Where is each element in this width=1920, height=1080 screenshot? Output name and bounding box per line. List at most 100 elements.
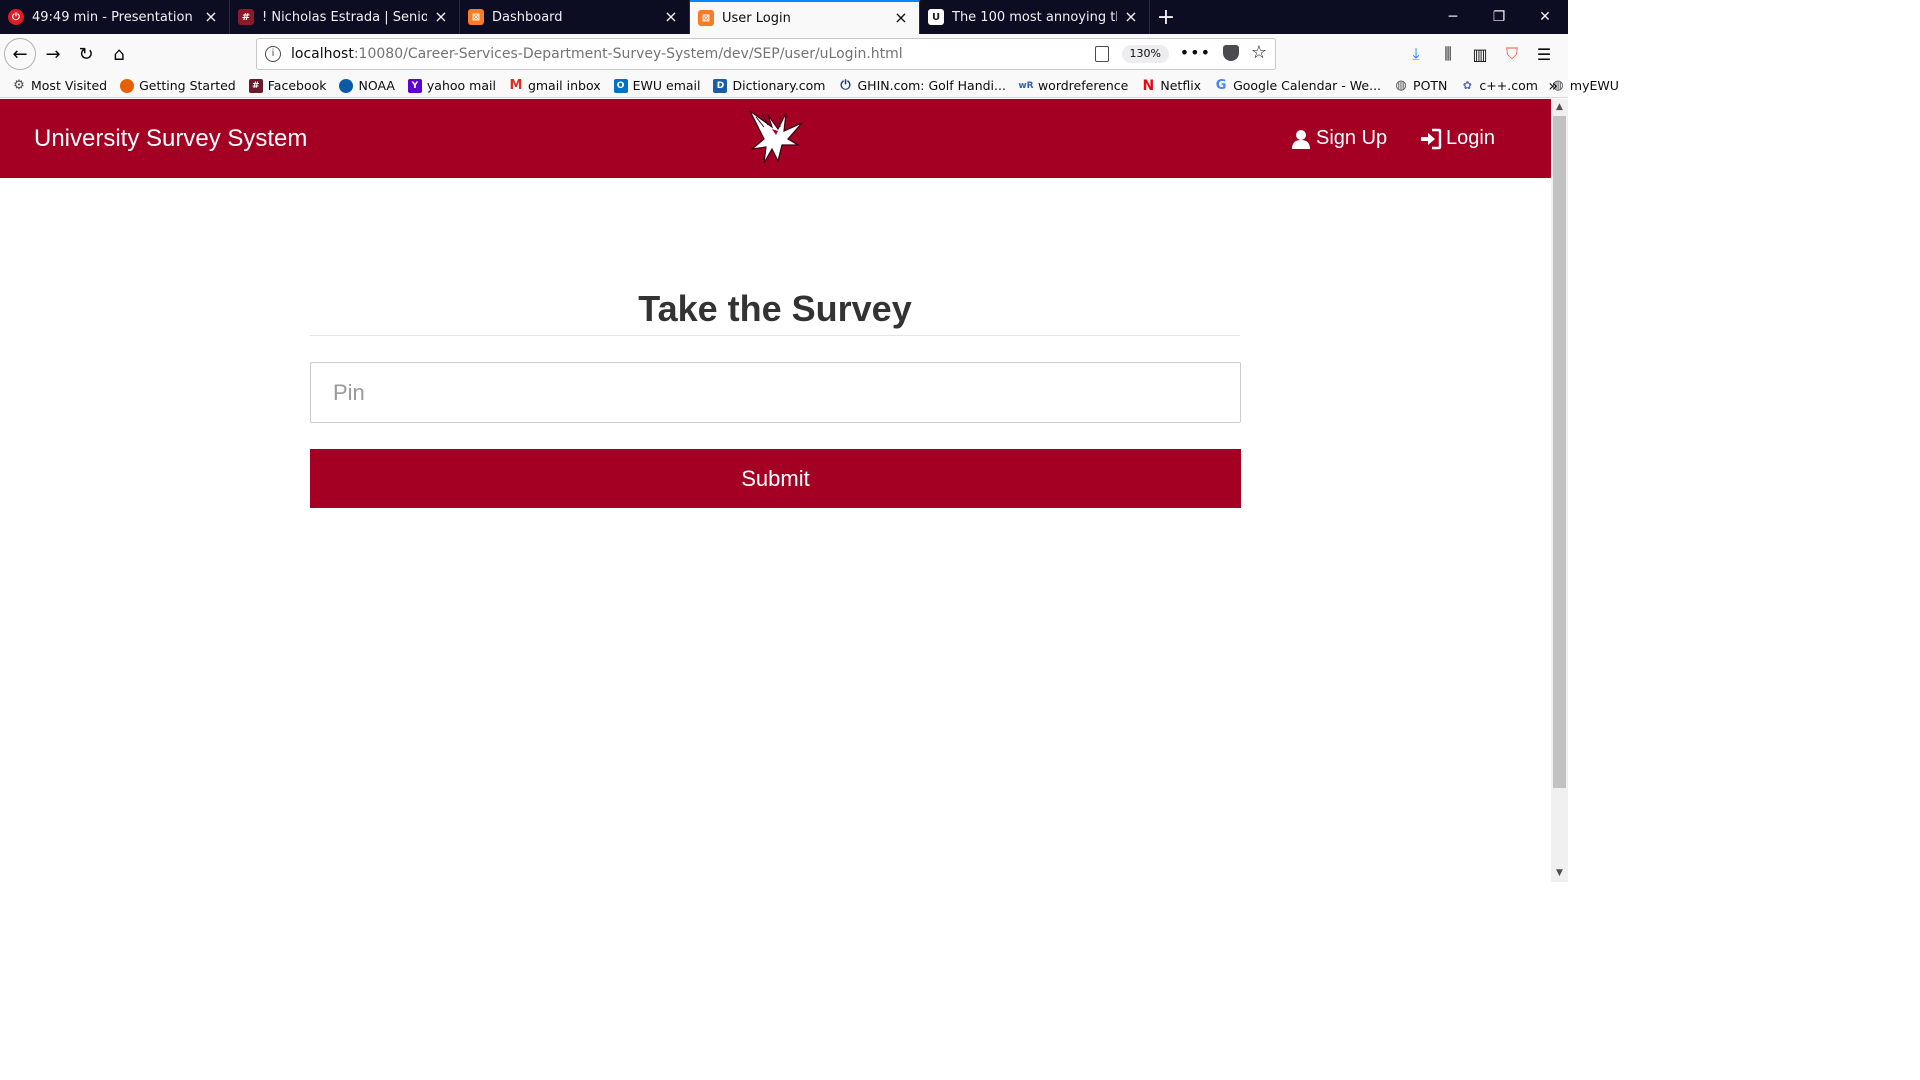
close-tab-icon[interactable]: × bbox=[1123, 9, 1139, 25]
bookmark-item[interactable]: Getting Started bbox=[120, 78, 236, 93]
browser-tab[interactable]: U The 100 most annoying things: × bbox=[920, 0, 1150, 34]
noaa-icon bbox=[339, 78, 354, 93]
scroll-down-icon[interactable]: ▼ bbox=[1551, 865, 1568, 882]
pocket-icon[interactable] bbox=[1223, 45, 1239, 61]
close-tab-icon[interactable]: × bbox=[433, 9, 449, 25]
submit-button[interactable]: Submit bbox=[310, 449, 1241, 508]
tab-title: The 100 most annoying things: bbox=[952, 9, 1117, 25]
bookmark-label: myEWU bbox=[1569, 78, 1619, 93]
power-icon: ⏻ bbox=[840, 78, 851, 93]
eagle-logo bbox=[749, 110, 803, 164]
outlook-icon: O bbox=[613, 78, 628, 93]
bookmark-star-icon[interactable]: ☆ bbox=[1251, 42, 1267, 63]
wordreference-icon: wR bbox=[1018, 80, 1034, 91]
scroll-thumb[interactable] bbox=[1553, 116, 1566, 788]
url-path: :10080/Career-Services-Department-Survey… bbox=[353, 46, 903, 62]
bookmark-label: POTN bbox=[1413, 78, 1448, 93]
bookmark-label: wordreference bbox=[1037, 78, 1129, 93]
reload-icon[interactable]: ↻ bbox=[70, 38, 102, 70]
bookmark-label: EWU email bbox=[632, 78, 701, 93]
tab-title: ! Nicholas Estrada | Senior Proj bbox=[262, 9, 427, 25]
back-arrow-icon[interactable]: ← bbox=[4, 38, 36, 70]
gear-icon: ⚙ bbox=[13, 78, 25, 93]
window-controls: ─ ❐ ✕ bbox=[1430, 0, 1568, 34]
bookmark-item[interactable]: ◍ POTN bbox=[1394, 78, 1447, 93]
scroll-up-icon[interactable]: ▲ bbox=[1551, 99, 1568, 116]
minimize-icon[interactable]: ─ bbox=[1430, 0, 1476, 34]
login-icon bbox=[1421, 128, 1442, 149]
new-tab-button[interactable]: + bbox=[1150, 0, 1182, 34]
toolbar-right: ⤓ ⫼ ▥ ⛉ ☰ bbox=[1400, 38, 1560, 70]
bookmark-item[interactable]: O EWU email bbox=[613, 78, 701, 93]
xampp-icon: ⊠ bbox=[468, 9, 484, 25]
close-tab-icon[interactable]: × bbox=[203, 9, 219, 25]
bookmark-item[interactable]: ✿ c++.com bbox=[1460, 78, 1538, 93]
bookmark-label: Most Visited bbox=[31, 78, 108, 93]
reader-view-icon[interactable] bbox=[1095, 46, 1109, 62]
signup-link[interactable]: Sign Up bbox=[1290, 127, 1387, 150]
globe-icon: ◍ bbox=[1395, 78, 1407, 93]
restore-icon[interactable]: ❐ bbox=[1476, 0, 1522, 34]
bookmark-item[interactable]: # Facebook bbox=[248, 78, 327, 93]
zoom-level[interactable]: 130% bbox=[1121, 45, 1169, 63]
user-icon bbox=[1292, 129, 1310, 149]
page-title: Take the Survey bbox=[638, 288, 912, 329]
url-host: localhost bbox=[291, 46, 354, 62]
bookmark-item[interactable]: G Google Calendar - We... bbox=[1214, 78, 1381, 93]
tab-title: Dashboard bbox=[492, 9, 563, 25]
site-info-icon[interactable]: i bbox=[265, 46, 281, 62]
bookmark-item[interactable]: Mgmail inbox bbox=[509, 78, 601, 93]
bookmark-item[interactable]: ◍ myEWU bbox=[1551, 78, 1619, 93]
tab-title: User Login bbox=[722, 10, 791, 26]
xampp-icon: ⊠ bbox=[698, 10, 714, 26]
page-actions-icon[interactable]: ••• bbox=[1180, 43, 1211, 62]
forward-arrow-icon[interactable]: → bbox=[37, 38, 69, 70]
close-tab-icon[interactable]: × bbox=[663, 9, 679, 25]
toggl-icon: ⏻ bbox=[8, 9, 24, 25]
close-window-icon[interactable]: ✕ bbox=[1522, 0, 1568, 34]
browser-tab[interactable]: # ! Nicholas Estrada | Senior Proj × bbox=[230, 0, 460, 34]
hash-icon: # bbox=[238, 9, 254, 25]
title-divider bbox=[310, 335, 1240, 336]
download-icon[interactable]: ⤓ bbox=[1400, 38, 1432, 70]
bookmark-item[interactable]: Yyahoo mail bbox=[407, 78, 496, 93]
library-icon[interactable]: ⫼ bbox=[1432, 38, 1464, 70]
sidebar-icon[interactable]: ▥ bbox=[1464, 38, 1496, 70]
bookmark-item[interactable]: wR wordreference bbox=[1018, 78, 1129, 93]
dictionary-icon: D bbox=[713, 78, 728, 93]
page-viewport: University Survey System Sign Up Login T… bbox=[0, 99, 1551, 882]
bookmark-item[interactable]: N Netflix bbox=[1141, 77, 1202, 94]
bookmark-label: c++.com bbox=[1479, 78, 1538, 93]
close-tab-icon[interactable]: × bbox=[893, 10, 909, 26]
site-header: University Survey System Sign Up Login bbox=[0, 99, 1551, 178]
bookmark-item[interactable]: ⏻ GHIN.com: Golf Handi... bbox=[838, 78, 1006, 93]
url-bar[interactable]: i localhost:10080/Career-Services-Depart… bbox=[256, 38, 1276, 70]
bookmark-item[interactable]: D Dictionary.com bbox=[713, 78, 825, 93]
browser-tab-active[interactable]: ⊠ User Login × bbox=[690, 0, 920, 34]
tab-title: 49:49 min - Presentation • Togg bbox=[32, 9, 197, 25]
pin-input[interactable] bbox=[310, 362, 1241, 423]
bookmark-label: Google Calendar - We... bbox=[1233, 78, 1382, 93]
menu-icon[interactable]: ☰ bbox=[1528, 38, 1560, 70]
site-brand[interactable]: University Survey System bbox=[34, 125, 307, 153]
home-icon[interactable]: ⌂ bbox=[103, 38, 135, 70]
bookmark-label: gmail inbox bbox=[527, 78, 601, 93]
bookmark-label: Netflix bbox=[1160, 78, 1202, 93]
browser-tab[interactable]: ⊠ Dashboard × bbox=[460, 0, 690, 34]
login-link[interactable]: Login bbox=[1420, 127, 1495, 150]
bookmark-label: Dictionary.com bbox=[732, 78, 826, 93]
shield-icon[interactable]: ⛉ bbox=[1496, 38, 1528, 70]
bookmark-label: Facebook bbox=[267, 78, 327, 93]
bookmarks-toolbar: ⚙ Most Visited Getting Started # Facebook … bbox=[0, 74, 1619, 98]
signup-label: Sign Up bbox=[1316, 127, 1388, 149]
bookmarks-overflow-icon[interactable]: » bbox=[1548, 76, 1558, 95]
login-label: Login bbox=[1446, 127, 1495, 149]
browser-tab[interactable]: ⏻ 49:49 min - Presentation • Togg × bbox=[0, 0, 230, 34]
page-scrollbar[interactable]: ▲ ▼ bbox=[1551, 99, 1568, 882]
bookmark-item[interactable]: ⚙ Most Visited bbox=[12, 78, 107, 93]
browser-tab-strip: ⏻ 49:49 min - Presentation • Togg × # ! … bbox=[0, 0, 1568, 34]
u-icon: U bbox=[928, 9, 944, 25]
netflix-icon: N bbox=[1142, 77, 1155, 94]
yahoo-icon: Y bbox=[407, 78, 422, 93]
bookmark-item[interactable]: NOAA bbox=[339, 78, 395, 93]
